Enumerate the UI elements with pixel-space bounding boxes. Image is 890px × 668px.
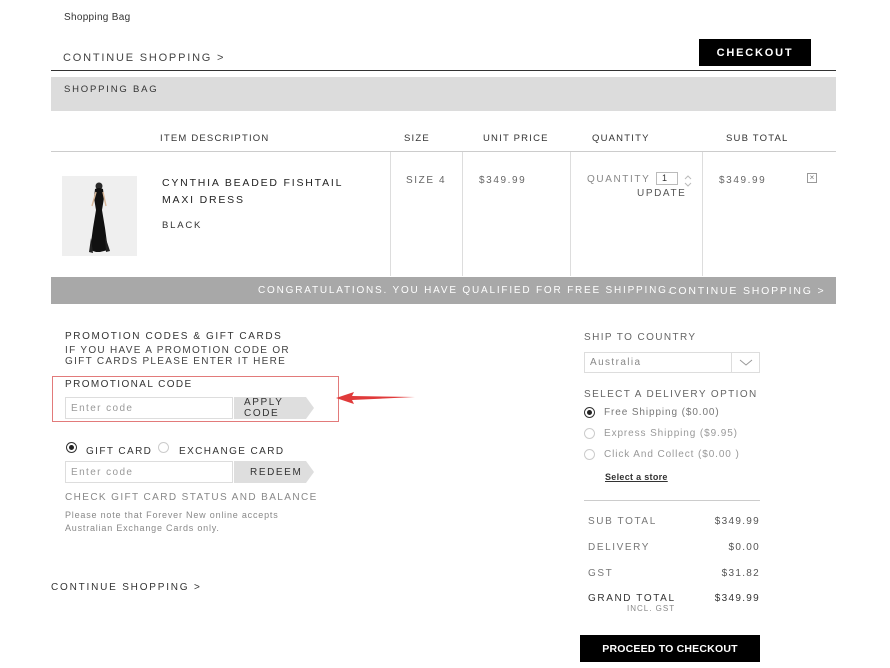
header-unit-price: UNIT PRICE [483, 133, 549, 144]
summary-divider [584, 500, 760, 501]
quantity-label: QUANTITY [587, 174, 651, 185]
shopping-bag-heading: SHOPPING BAG [64, 84, 159, 95]
redeem-button[interactable]: REDEEM [234, 461, 314, 483]
summary-sub-total-value: $349.99 [714, 516, 760, 527]
header-divider [51, 70, 836, 71]
select-store-link[interactable]: Select a store [605, 472, 668, 482]
summary-gst-label: GST [588, 568, 614, 579]
column-divider [570, 152, 571, 276]
delivery-label-click-collect: Click And Collect ($0.00 ) [604, 449, 740, 460]
product-size: SIZE 4 [406, 175, 447, 186]
continue-shopping-link-bar[interactable]: CONTINUE SHOPPING > [669, 285, 825, 297]
summary-incl-gst: INCL. GST [627, 604, 676, 613]
delivery-option-heading: SELECT A DELIVERY OPTION [584, 389, 758, 400]
exchange-card-label: EXCHANGE CARD [179, 446, 285, 457]
quantity-stepper-icon[interactable] [683, 173, 693, 189]
quantity-input[interactable]: 1 [656, 172, 678, 185]
table-header-divider [51, 151, 836, 152]
product-color: BLACK [162, 220, 203, 231]
gift-card-status-link[interactable]: CHECK GIFT CARD STATUS AND BALANCE [65, 492, 318, 503]
chevron-down-icon [739, 359, 753, 366]
country-value: Australia [590, 357, 642, 368]
product-image[interactable] [62, 176, 137, 256]
product-name[interactable]: CYNTHIA BEADED FISHTAIL MAXI DRESS [162, 175, 362, 209]
summary-delivery-value: $0.00 [728, 542, 760, 553]
summary-sub-total-label: SUB TOTAL [588, 516, 657, 527]
column-divider [462, 152, 463, 276]
continue-shopping-link-bottom[interactable]: CONTINUE SHOPPING > [51, 582, 202, 593]
free-shipping-message: CONGRATULATIONS. YOU HAVE QUALIFIED FOR … [258, 285, 673, 296]
header-item-description: ITEM DESCRIPTION [160, 133, 270, 144]
summary-delivery-label: DELIVERY [588, 542, 651, 553]
delivery-label-express: Express Shipping ($9.95) [604, 428, 738, 439]
update-quantity-link[interactable]: UPDATE [637, 188, 686, 199]
delivery-radio-free[interactable] [584, 407, 595, 418]
delivery-radio-express[interactable] [584, 428, 595, 439]
checkout-button[interactable]: CHECKOUT [699, 39, 811, 66]
page-title: Shopping Bag [64, 12, 131, 23]
gift-card-label: GIFT CARD [86, 446, 153, 457]
apply-code-button[interactable]: APPLY CODE [234, 397, 314, 419]
promo-code-label: PROMOTIONAL CODE [65, 379, 193, 390]
proceed-to-checkout-button[interactable]: PROCEED TO CHECKOUT [580, 635, 760, 662]
gift-card-input[interactable] [65, 461, 233, 483]
summary-gst-value: $31.82 [721, 568, 760, 579]
promo-subheading: IF YOU HAVE A PROMOTION CODE OR GIFT CAR… [65, 345, 290, 367]
column-divider [702, 152, 703, 276]
remove-item-icon[interactable]: × [807, 173, 817, 183]
country-select[interactable]: Australia [584, 352, 760, 373]
summary-grand-total-label: GRAND TOTAL [588, 593, 676, 604]
exchange-card-radio[interactable] [158, 442, 169, 453]
gift-card-radio[interactable] [66, 442, 77, 453]
delivery-radio-click-collect[interactable] [584, 449, 595, 460]
select-divider [731, 353, 732, 372]
annotation-arrow-icon [336, 392, 415, 404]
header-size: SIZE [404, 133, 430, 144]
shopping-bag-bar: SHOPPING BAG [51, 77, 836, 111]
column-divider [390, 152, 391, 276]
exchange-card-note: Please note that Forever New online acce… [65, 510, 279, 533]
header-sub-total: SUB TOTAL [726, 133, 789, 144]
delivery-label-free: Free Shipping ($0.00) [604, 407, 720, 418]
promo-code-input[interactable] [65, 397, 233, 419]
product-sub-total: $349.99 [719, 175, 767, 186]
summary-grand-total-value: $349.99 [714, 593, 760, 604]
header-quantity: QUANTITY [592, 133, 650, 144]
promo-heading: PROMOTION CODES & GIFT CARDS [65, 331, 283, 342]
ship-to-country-heading: SHIP TO COUNTRY [584, 332, 697, 343]
product-unit-price: $349.99 [479, 175, 527, 186]
continue-shopping-link-top[interactable]: CONTINUE SHOPPING > [63, 52, 225, 64]
